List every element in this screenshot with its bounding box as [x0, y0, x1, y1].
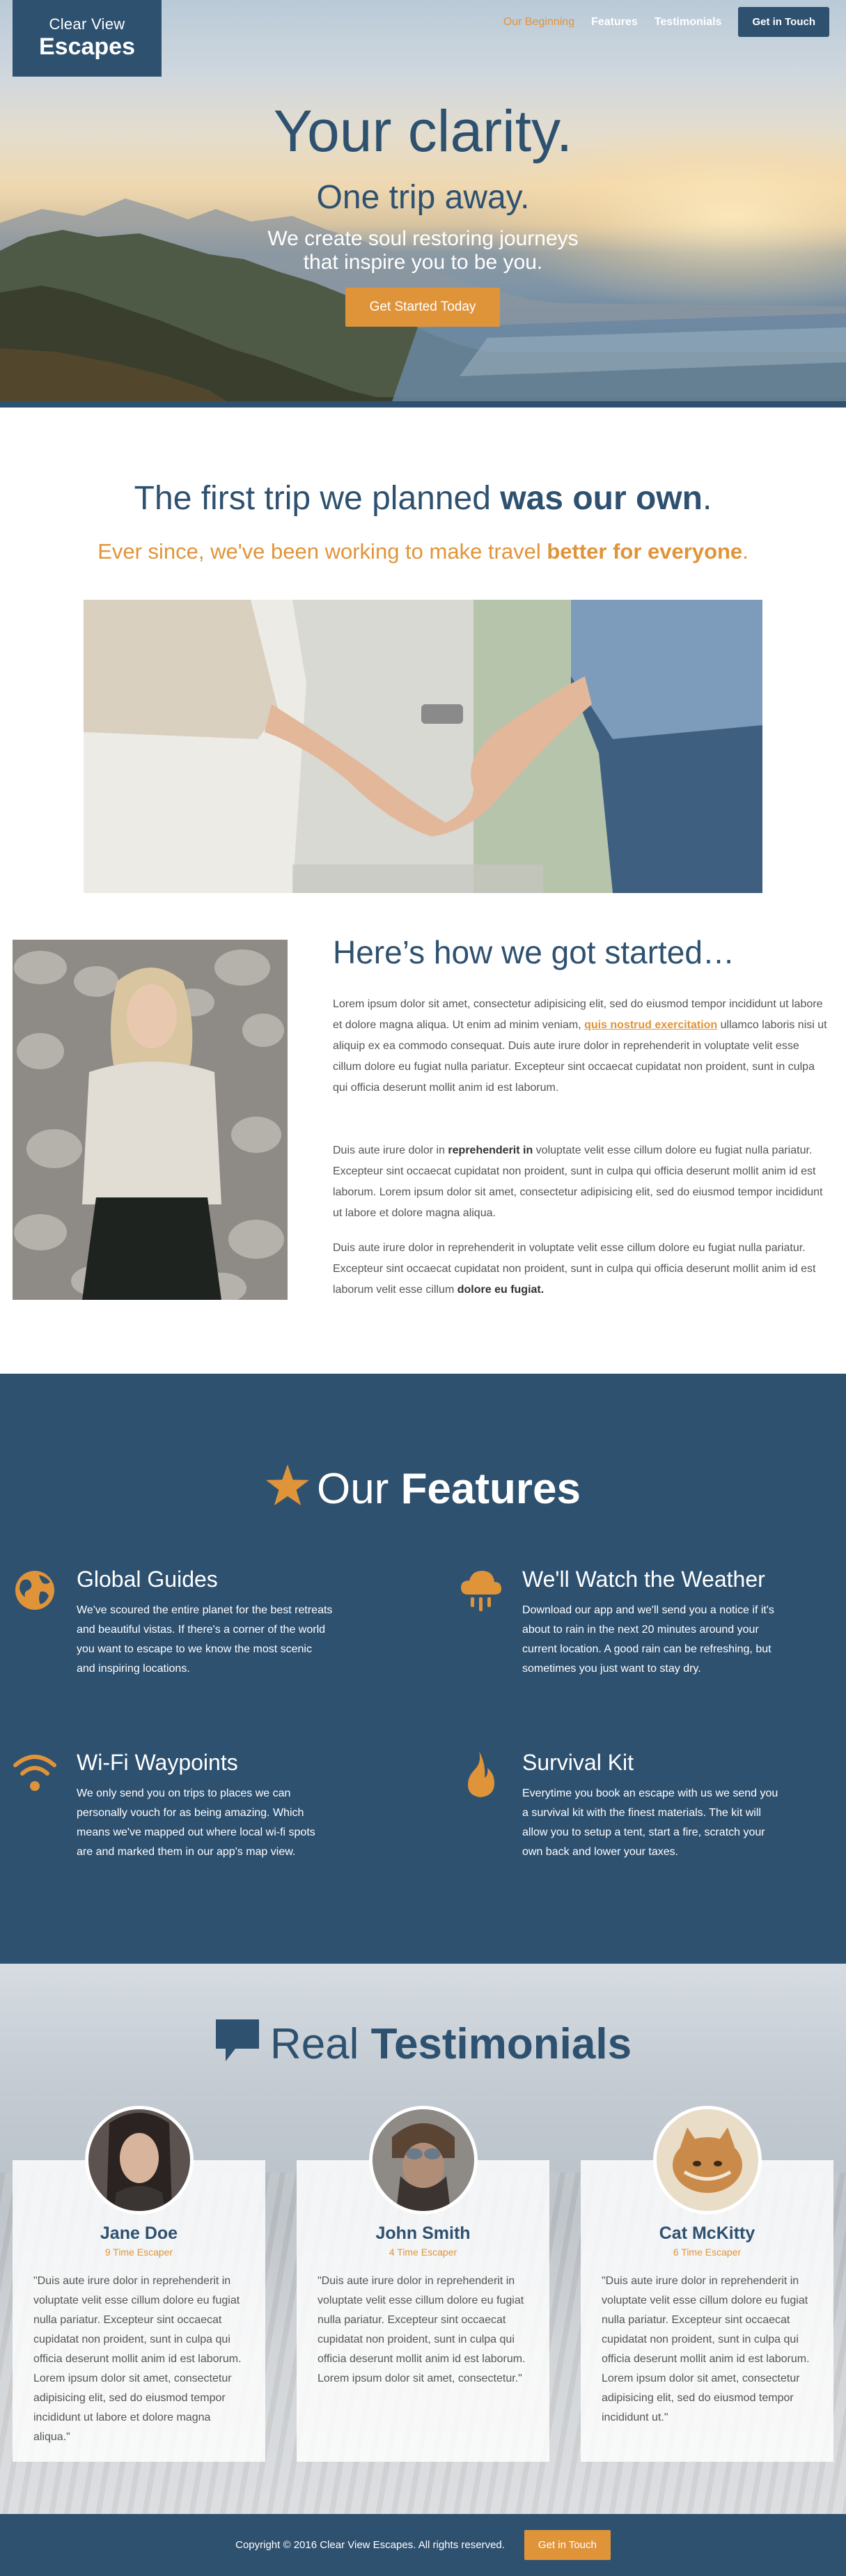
testimonials-title-plain: Real: [269, 2020, 371, 2068]
testimonial-card: John Smith 4 Time Escaper "Duis aute iru…: [297, 2106, 549, 2462]
hero-subtitle: One trip away.: [316, 179, 530, 216]
testimonial-name: Cat McKitty: [659, 2224, 755, 2243]
avatar: [85, 2106, 194, 2214]
story-paragraph-3: Duis aute irure dolor in reprehenderit i…: [333, 1238, 829, 1301]
hero-bottom-stripe: [0, 401, 846, 408]
story-subtitle-bold: better for everyone: [547, 539, 743, 564]
globe-icon: [13, 1567, 61, 1615]
brand-logo[interactable]: Clear View Escapes: [13, 0, 162, 77]
story-subtitle-plain: Ever since, we've been working to make t…: [97, 539, 547, 564]
woman-portrait-photo: [13, 940, 288, 1300]
story-p1-link[interactable]: quis nostrud exercitation: [584, 1019, 717, 1031]
feature-wifi-waypoints: Wi-Fi Waypoints We only send you on trip…: [13, 1750, 333, 1862]
star-icon: [265, 1464, 310, 1518]
feature-text: Download our app and we'll send you a no…: [522, 1604, 774, 1675]
hero-description: We create soul restoring journeys that i…: [0, 227, 846, 274]
get-started-button[interactable]: Get Started Today: [345, 288, 500, 327]
features-title-bold: Features: [400, 1465, 581, 1513]
footer-get-in-touch-button[interactable]: Get in Touch: [524, 2530, 611, 2560]
testimonials-title-bold: Testimonials: [370, 2020, 632, 2068]
story-subtitle: Ever since, we've been working to make t…: [0, 539, 846, 564]
page-extent: [0, 0, 1, 2576]
feature-global-guides: Global Guides We've scoured the entire p…: [13, 1567, 333, 1679]
testimonial-card: Cat McKitty 6 Time Escaper "Duis aute ir…: [581, 2106, 833, 2462]
hero-title: Your clarity.: [273, 98, 573, 164]
testimonial-name: Jane Doe: [100, 2224, 178, 2243]
feature-text: We only send you on trips to places we c…: [77, 1787, 315, 1858]
brand-logo-line1: Clear View: [49, 15, 125, 33]
feature-title: Wi-Fi Waypoints: [77, 1750, 238, 1775]
feature-text: We've scoured the entire planet for the …: [77, 1604, 333, 1675]
testimonial-role: 4 Time Escaper: [389, 2247, 457, 2258]
testimonial-card: Jane Doe 9 Time Escaper "Duis aute irure…: [13, 2106, 265, 2462]
story-title-plain: The first trip we planned: [134, 480, 501, 517]
holding-hands-photo: [84, 600, 762, 893]
testimonial-name: John Smith: [375, 2224, 471, 2243]
features-title: Our Features: [0, 1464, 846, 1518]
story-heading: Here’s how we got started…: [333, 934, 735, 970]
story-paragraph-1: Lorem ipsum dolor sit amet, consectetur …: [333, 994, 829, 1099]
testimonial-quote: "Duis aute irure dolor in reprehenderit …: [318, 2275, 526, 2384]
story-p3-bold: dolore eu fugiat.: [457, 1284, 545, 1296]
story-p3-text-a: Duis aute irure dolor in reprehenderit i…: [333, 1242, 816, 1296]
feature-weather: We'll Watch the Weather Download our app…: [458, 1567, 778, 1679]
feature-title: We'll Watch the Weather: [522, 1567, 765, 1592]
story-paragraph-2: Duis aute irure dolor in reprehenderit i…: [333, 1140, 829, 1224]
brand-logo-line2: Escapes: [39, 33, 135, 60]
avatar: [653, 2106, 762, 2214]
top-nav: Our Beginning Features Testimonials Get …: [503, 7, 829, 37]
story-title: The first trip we planned was our own.: [0, 479, 846, 518]
cloud-rain-icon: [458, 1567, 507, 1615]
story-title-end: .: [702, 480, 712, 517]
nav-get-in-touch-button[interactable]: Get in Touch: [738, 7, 829, 37]
features-section: Our Features Global Guides We've scoured…: [0, 1374, 846, 1964]
story-subtitle-end: .: [742, 539, 749, 564]
story-p2-bold: reprehenderit in: [448, 1145, 533, 1156]
feature-title: Global Guides: [77, 1567, 218, 1592]
nav-link-testimonials[interactable]: Testimonials: [655, 16, 722, 29]
testimonial-quote: "Duis aute irure dolor in reprehenderit …: [602, 2275, 810, 2423]
testimonial-role: 6 Time Escaper: [673, 2247, 742, 2258]
testimonials-section: Real Testimonials Jane Doe 9 Time Escape…: [0, 1964, 846, 2514]
feature-text: Everytime you book an escape with us we …: [522, 1787, 778, 1858]
feature-title: Survival Kit: [522, 1750, 634, 1775]
wifi-icon: [13, 1750, 61, 1799]
hero-description-line2: that inspire you to be you.: [303, 251, 543, 274]
testimonial-role: 9 Time Escaper: [104, 2247, 173, 2258]
testimonials-title: Real Testimonials: [0, 2018, 846, 2074]
footer: Copyright © 2016 Clear View Escapes. All…: [0, 2514, 846, 2576]
nav-link-our-beginning[interactable]: Our Beginning: [503, 16, 574, 29]
avatar: [369, 2106, 478, 2214]
testimonial-quote: "Duis aute irure dolor in reprehenderit …: [33, 2275, 242, 2443]
feature-survival-kit: Survival Kit Everytime you book an escap…: [458, 1750, 778, 1862]
hero-description-line1: We create soul restoring journeys: [267, 227, 579, 250]
story-title-bold: was our own: [500, 480, 703, 517]
story-p2-text-a: Duis aute irure dolor in: [333, 1145, 448, 1156]
fire-icon: [458, 1750, 507, 1799]
hero-section: Clear View Escapes Our Beginning Feature…: [0, 0, 846, 408]
footer-copyright: Copyright © 2016 Clear View Escapes. All…: [235, 2539, 505, 2551]
nav-link-features[interactable]: Features: [591, 16, 638, 29]
speech-bubble-icon: [214, 2018, 260, 2074]
features-title-plain: Our: [316, 1465, 401, 1513]
